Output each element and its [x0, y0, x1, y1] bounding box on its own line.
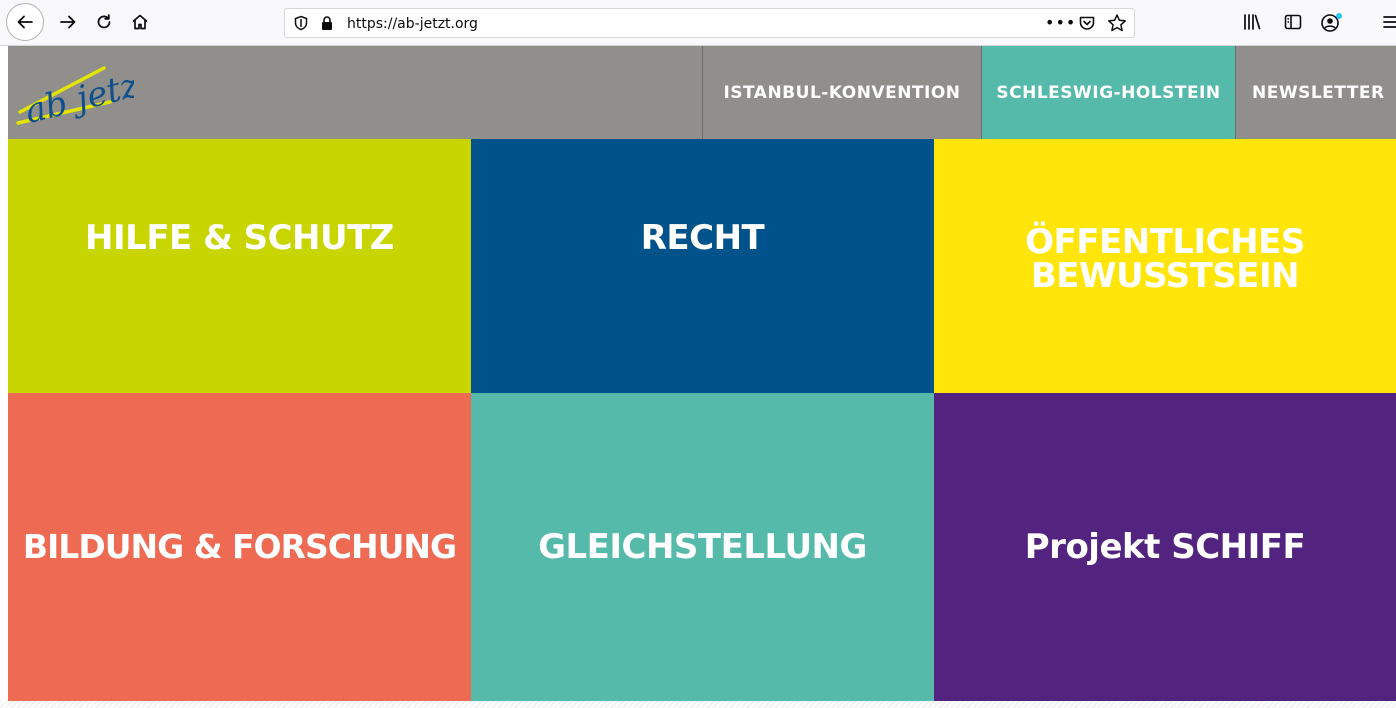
tile-hilfe-schutz[interactable]: HILFE & SCHUTZ — [8, 139, 471, 393]
reload-button[interactable] — [86, 4, 122, 40]
home-icon — [132, 14, 148, 30]
tile-label: Projekt SCHIFF — [1024, 527, 1306, 567]
tile-label: BILDUNG & FORSCHUNG — [22, 527, 457, 566]
tile-label: ÖFFENTLICHES BEWUSSTSEIN — [1025, 225, 1305, 293]
pocket-icon[interactable] — [1078, 14, 1096, 32]
back-button[interactable] — [6, 3, 44, 41]
browser-toolbar: https://ab-jetzt.org ••• — [0, 0, 1396, 46]
tile-label-line2: BEWUSSTSEIN — [1030, 256, 1300, 296]
nav-schleswig-holstein[interactable]: SCHLESWIG-HOLSTEIN — [981, 46, 1235, 139]
lock-icon[interactable] — [319, 15, 335, 31]
home-button[interactable] — [122, 4, 158, 40]
page-bottom-edge — [0, 701, 1396, 708]
menu-icon[interactable] — [1382, 12, 1396, 32]
svg-text:ab jetzt!: ab jetzt! — [21, 59, 134, 132]
nav-label: SCHLESWIG-HOLSTEIN — [996, 82, 1221, 103]
star-icon[interactable] — [1107, 13, 1127, 33]
nav-label: ISTANBUL-KONVENTION — [723, 82, 961, 103]
nav-label: NEWSLETTER — [1252, 82, 1385, 103]
reload-icon — [97, 14, 111, 29]
forward-button[interactable] — [50, 4, 86, 40]
tile-projekt-schiff[interactable]: Projekt SCHIFF — [934, 393, 1396, 701]
account-icon[interactable] — [1320, 12, 1344, 34]
tile-label: HILFE & SCHUTZ — [85, 217, 394, 258]
nav-istanbul-konvention[interactable]: ISTANBUL-KONVENTION — [702, 46, 981, 139]
back-arrow-icon — [17, 15, 33, 29]
sidebar-icon[interactable] — [1283, 12, 1303, 32]
more-icon[interactable]: ••• — [1045, 13, 1076, 32]
tile-recht[interactable]: RECHT — [471, 139, 934, 393]
tile-gleichstellung[interactable]: GLEICHSTELLUNG — [471, 393, 934, 701]
url-text[interactable]: https://ab-jetzt.org — [347, 15, 478, 33]
nav-newsletter[interactable]: NEWSLETTER — [1235, 46, 1396, 139]
library-icon[interactable] — [1242, 12, 1262, 32]
tile-bildung-forschung[interactable]: BILDUNG & FORSCHUNG — [8, 393, 471, 701]
forward-arrow-icon — [60, 15, 76, 29]
tile-label: RECHT — [640, 217, 765, 258]
site-header: ab jetzt! ISTANBUL-KONVENTION SCHLESWIG-… — [8, 46, 1396, 139]
site-logo[interactable]: ab jetzt! — [14, 50, 134, 134]
tile-oeffentliches-bewusstsein[interactable]: ÖFFENTLICHES BEWUSSTSEIN — [934, 139, 1396, 393]
url-bar[interactable]: https://ab-jetzt.org ••• — [284, 8, 1135, 38]
tile-label: GLEICHSTELLUNG — [538, 527, 867, 567]
shield-icon[interactable] — [293, 15, 309, 31]
